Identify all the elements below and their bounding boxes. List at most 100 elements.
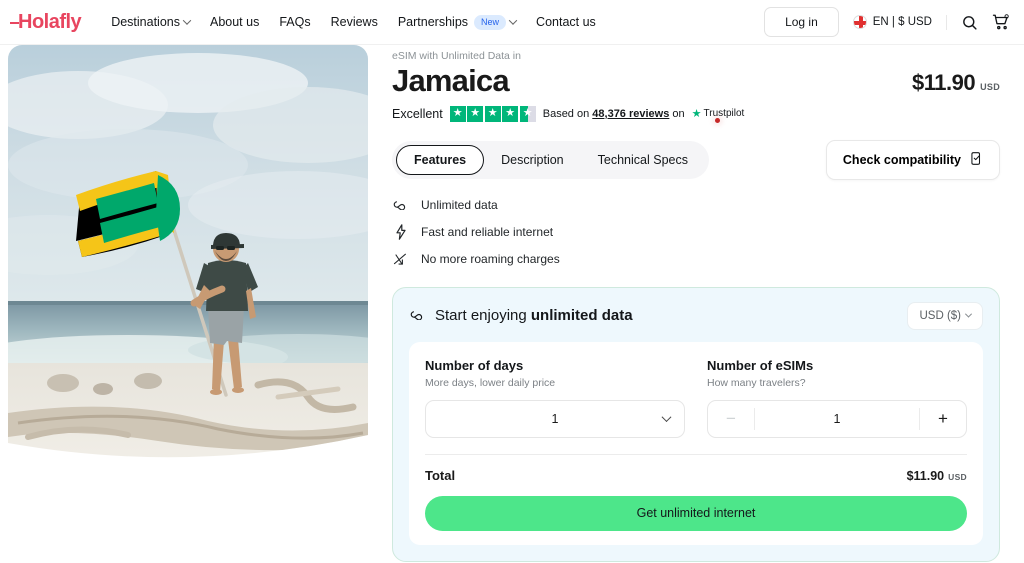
language-label: EN | $ USD xyxy=(872,16,932,28)
feature-no-roaming: No more roaming charges xyxy=(392,252,1000,267)
esims-selector-group: Number of eSIMs How many travelers? − 1 … xyxy=(707,358,967,438)
card-title-plain: Start enjoying xyxy=(435,307,531,325)
nav-item-destinations[interactable]: Destinations xyxy=(111,15,192,29)
check-compatibility-button[interactable]: Check compatibility xyxy=(825,139,1000,180)
card-title-bold: unlimited data xyxy=(530,307,633,325)
nav-item-reviews[interactable]: Reviews xyxy=(331,15,378,29)
new-badge: New xyxy=(474,14,507,30)
chevron-down-icon xyxy=(661,412,672,423)
holafly-logo[interactable]: Holafly xyxy=(10,10,82,34)
nav-label: Reviews xyxy=(330,15,378,29)
esims-stepper: − 1 + xyxy=(707,399,967,438)
tab-technical-specs[interactable]: Technical Specs xyxy=(581,146,705,174)
page-body: eSIM with Unlimited Data in Jamaica $11.… xyxy=(0,45,1024,562)
total-label: Total xyxy=(425,467,456,483)
purchase-card: Start enjoying unlimited data USD ($) Nu… xyxy=(392,286,1000,562)
esims-subtitle: How many travelers? xyxy=(707,376,806,389)
rating-stars: ★ ★ ★ ★ ★ xyxy=(449,105,536,122)
esims-decrement-button[interactable]: − xyxy=(708,409,754,429)
star-icon: ★ xyxy=(467,105,484,122)
device-check-icon xyxy=(969,151,983,169)
feature-label: Fast and reliable internet xyxy=(421,224,554,239)
hero-image xyxy=(8,45,368,470)
nav-label: Contact us xyxy=(536,15,596,29)
currency-selector[interactable]: USD ($) xyxy=(907,301,983,330)
star-icon: ★ xyxy=(502,105,519,122)
logo-text: Holafly xyxy=(18,10,82,33)
reviews-count-link[interactable]: 48,376 reviews xyxy=(592,108,669,120)
main-nav: Destinations About us FAQs Reviews Partn… xyxy=(111,14,764,30)
nav-label: About us xyxy=(209,15,260,29)
hero-illustration xyxy=(8,45,368,458)
tab-features[interactable]: Features xyxy=(396,144,485,175)
trustpilot-brand: Trustpilot xyxy=(703,108,745,120)
total-price-value: $11.90 xyxy=(906,468,945,483)
chevron-down-icon xyxy=(964,310,973,318)
product-price: $11.90 USD xyxy=(912,70,1000,98)
rating-word: Excellent xyxy=(392,106,443,121)
days-title: Number of days xyxy=(425,357,524,373)
trustpilot-rating: Excellent ★ ★ ★ ★ ★ Based on 48,376 revi… xyxy=(392,105,1000,122)
days-subtitle: More days, lower daily price xyxy=(425,376,556,389)
star-icon: ★ xyxy=(484,105,501,122)
total-divider xyxy=(425,453,967,455)
esims-title: Number of eSIMs xyxy=(707,357,814,373)
nav-item-faqs[interactable]: FAQs xyxy=(279,15,310,29)
product-details: eSIM with Unlimited Data in Jamaica $11.… xyxy=(368,45,1024,562)
star-icon: ★ xyxy=(449,105,466,122)
title-price-row: Jamaica $11.90 USD xyxy=(392,63,1000,98)
infinity-icon xyxy=(409,307,426,324)
price-currency: USD xyxy=(980,81,1000,92)
purchase-card-header: Start enjoying unlimited data USD ($) xyxy=(409,301,983,330)
login-button[interactable]: Log in xyxy=(764,7,839,37)
product-tabs: Features Description Technical Specs xyxy=(392,140,709,179)
esims-increment-button[interactable]: + xyxy=(920,409,966,429)
days-value: 1 xyxy=(551,411,559,426)
nav-label: FAQs xyxy=(279,15,311,29)
tabs-and-compat-row: Features Description Technical Specs Che… xyxy=(392,139,1000,180)
days-selector-group: Number of days More days, lower daily pr… xyxy=(425,358,685,438)
nav-item-contact-us[interactable]: Contact us xyxy=(536,15,596,29)
on-label: on xyxy=(669,107,685,120)
nav-item-about-us[interactable]: About us xyxy=(210,15,259,29)
total-row: Total $11.90 USD xyxy=(425,468,967,483)
nav-item-partnerships[interactable]: Partnerships New xyxy=(397,14,518,30)
trustpilot-star-icon: ★ xyxy=(691,108,702,121)
nav-label: Destinations xyxy=(111,15,180,29)
cart-icon[interactable] xyxy=(992,13,1010,31)
nav-label: Partnerships xyxy=(397,15,469,29)
search-icon[interactable] xyxy=(961,14,978,31)
purchase-card-title: Start enjoying unlimited data xyxy=(409,307,633,324)
price-value: $11.90 xyxy=(912,69,976,95)
header-divider xyxy=(946,14,947,30)
esims-value: 1 xyxy=(833,411,841,426)
card-title-text: Start enjoying unlimited data xyxy=(435,307,633,324)
no-roaming-icon xyxy=(392,252,409,267)
get-unlimited-internet-button[interactable]: Get unlimited internet xyxy=(425,495,967,531)
chevron-down-icon xyxy=(182,16,192,25)
total-price-currency: USD xyxy=(948,471,967,482)
purchase-card-body: Number of days More days, lower daily pr… xyxy=(409,341,983,545)
england-flag-icon xyxy=(852,15,867,29)
lightning-bolt-icon xyxy=(392,223,409,240)
product-eyebrow: eSIM with Unlimited Data in xyxy=(392,50,521,62)
based-prefix: Based on xyxy=(542,107,593,120)
days-select[interactable]: 1 xyxy=(425,399,685,438)
feature-unlimited-data: Unlimited data xyxy=(392,198,1000,212)
chevron-down-icon xyxy=(508,16,518,25)
compat-label: Check compatibility xyxy=(842,152,961,167)
reviews-text: Based on 48,376 reviews on xyxy=(543,108,685,120)
feature-list: Unlimited data Fast and reliable interne… xyxy=(392,198,1000,267)
tab-description[interactable]: Description xyxy=(484,146,581,174)
feature-label: No more roaming charges xyxy=(421,252,560,267)
feature-label: Unlimited data xyxy=(421,197,498,212)
total-amount: $11.90 USD xyxy=(907,469,967,483)
cursor-marker-dot xyxy=(715,118,720,123)
language-currency-selector[interactable]: EN | $ USD xyxy=(852,15,932,29)
page-title: Jamaica xyxy=(392,63,510,98)
selectors-row: Number of days More days, lower daily pr… xyxy=(425,358,967,438)
infinity-icon xyxy=(392,199,409,211)
header-actions: Log in EN | $ USD xyxy=(764,7,1010,37)
feature-fast-internet: Fast and reliable internet xyxy=(392,223,1000,240)
site-header: Holafly Destinations About us FAQs Revie… xyxy=(0,0,1024,45)
